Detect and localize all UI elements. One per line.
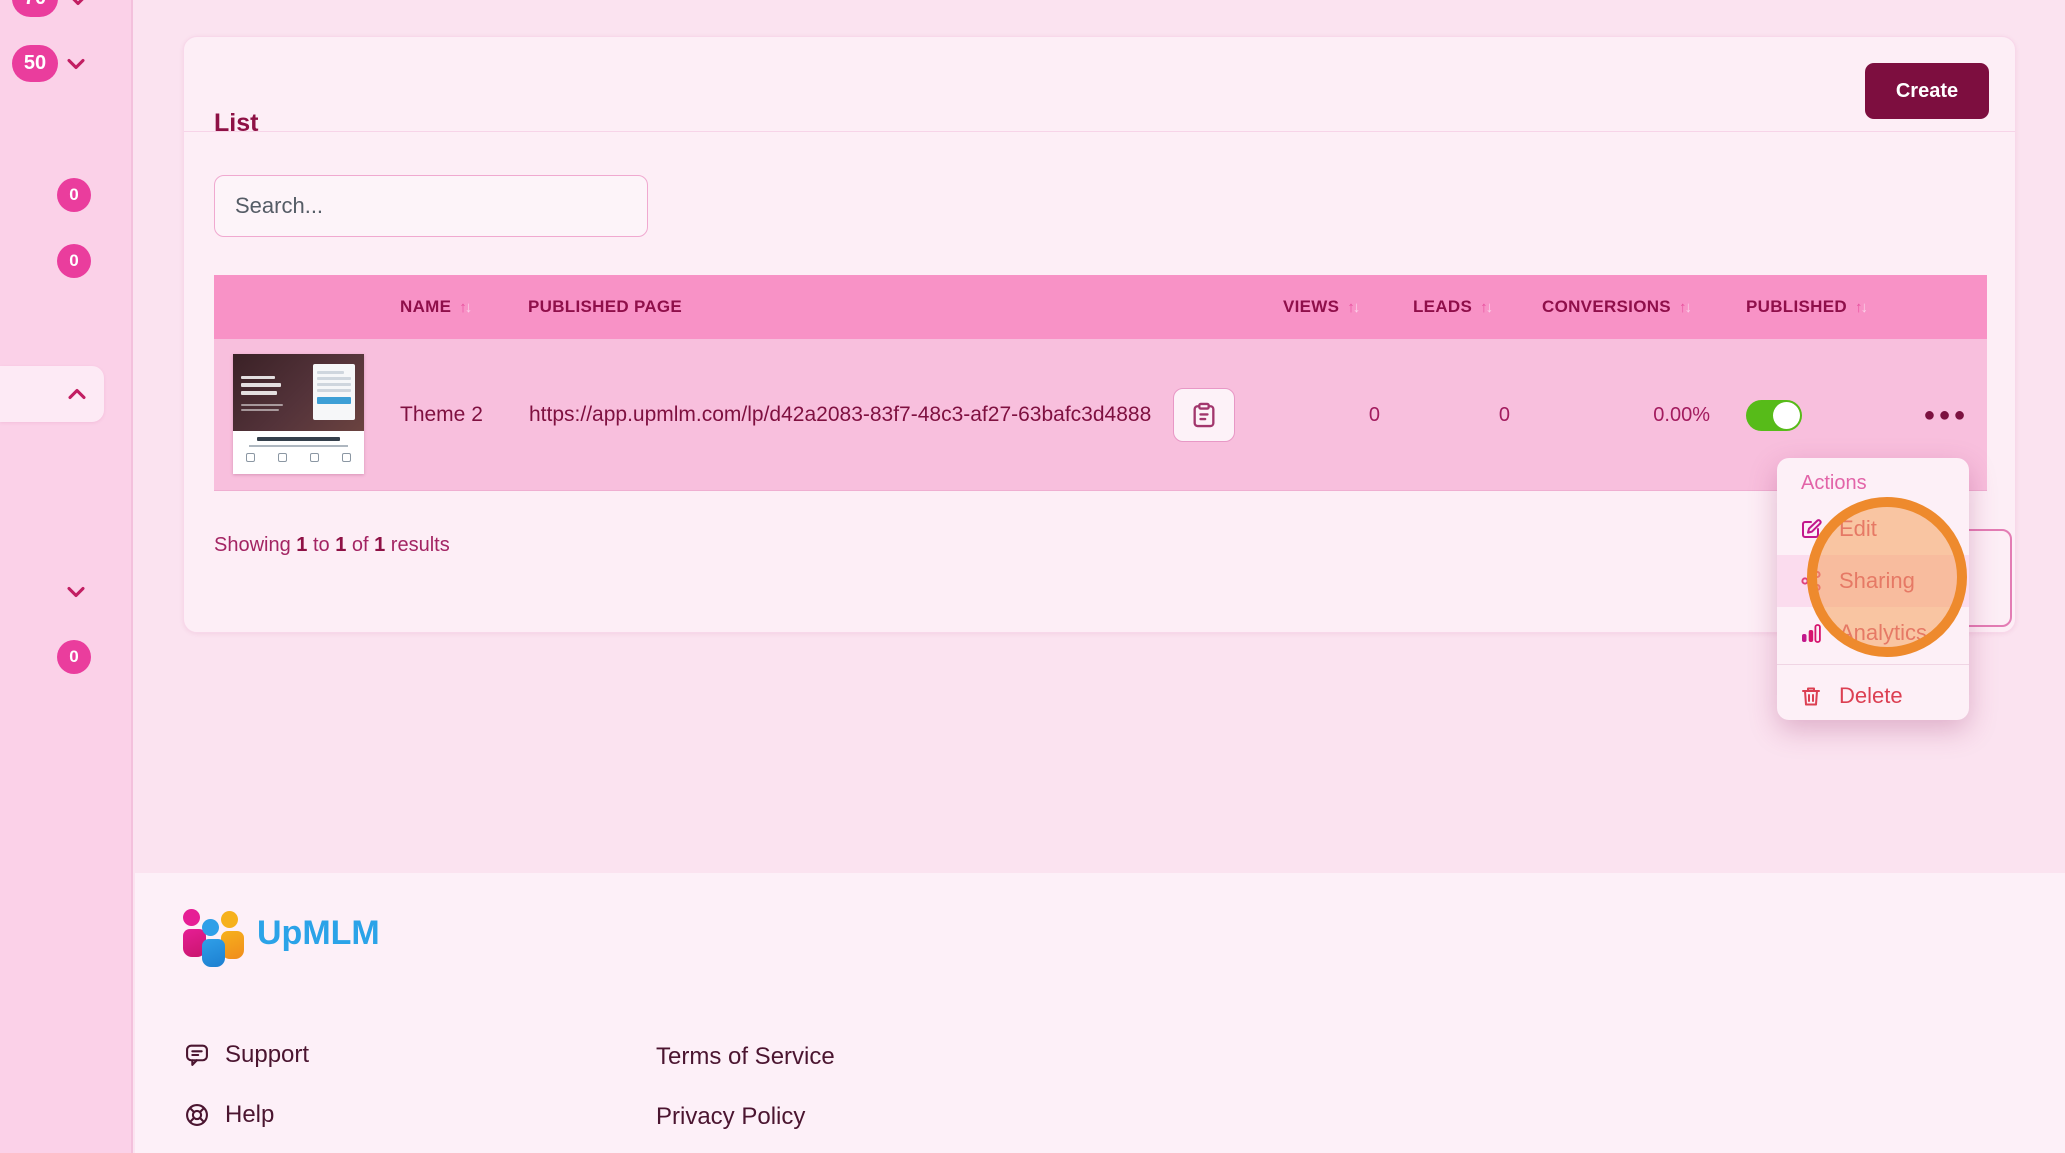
trash-icon	[1799, 684, 1823, 708]
sidebar-item-selected[interactable]	[0, 366, 104, 422]
published-toggle[interactable]	[1746, 400, 1802, 431]
sort-icon[interactable]: ↑↓	[1480, 300, 1491, 315]
row-name: Theme 2	[400, 339, 483, 491]
column-header-views[interactable]: VIEWS↑↓	[1283, 275, 1358, 339]
main-content: List Create NAME↑↓ PUBLISHED PAGE VIEWS↑…	[135, 0, 2065, 873]
sidebar-badge-zero-2: 0	[57, 244, 91, 278]
edit-icon	[1799, 517, 1823, 541]
create-button[interactable]: Create	[1865, 63, 1989, 119]
menu-item-delete[interactable]: Delete	[1777, 670, 1969, 722]
column-header-name[interactable]: NAME↑↓	[400, 275, 470, 339]
column-header-leads[interactable]: LEADS↑↓	[1413, 275, 1491, 339]
chevron-up-icon[interactable]	[63, 380, 91, 408]
list-card: List Create NAME↑↓ PUBLISHED PAGE VIEWS↑…	[183, 36, 2016, 633]
analytics-icon	[1799, 621, 1823, 645]
search-input[interactable]	[214, 175, 648, 237]
sort-icon[interactable]: ↑↓	[1347, 300, 1358, 315]
chevron-down-icon[interactable]	[62, 578, 90, 606]
footer-logo: UpMLM	[183, 905, 380, 961]
row-conversions: 0.00%	[1594, 339, 1710, 491]
toggle-knob	[1773, 402, 1800, 429]
sidebar-badge-zero-1: 0	[57, 178, 91, 212]
sidebar-badge-50: 50	[12, 45, 58, 82]
menu-divider	[1777, 664, 1969, 665]
column-header-conversions[interactable]: CONVERSIONS↑↓	[1542, 275, 1690, 339]
row-leads: 0	[1444, 339, 1510, 491]
share-icon	[1799, 569, 1823, 593]
upmlm-logo-icon	[183, 905, 245, 961]
row-views: 0	[1314, 339, 1380, 491]
copy-url-button[interactable]	[1173, 388, 1235, 442]
clipboard-icon	[1190, 401, 1218, 429]
thumbnail-hero	[233, 354, 364, 431]
table-header-row: NAME↑↓ PUBLISHED PAGE VIEWS↑↓ LEADS↑↓ CO…	[214, 275, 1987, 339]
footer-link-privacy[interactable]: Privacy Policy	[656, 1103, 805, 1131]
thumbnail-body	[233, 431, 364, 474]
actions-dropdown-label: Actions	[1801, 472, 1969, 495]
menu-item-edit[interactable]: Edit	[1777, 503, 1969, 555]
divider	[184, 131, 2015, 132]
column-header-published-page[interactable]: PUBLISHED PAGE	[528, 275, 682, 339]
footer-link-help[interactable]: Help	[183, 1101, 274, 1129]
lifebuoy-icon	[183, 1101, 211, 1129]
results-summary: Showing 1 to 1 of 1 results	[214, 534, 450, 557]
list-table: NAME↑↓ PUBLISHED PAGE VIEWS↑↓ LEADS↑↓ CO…	[214, 275, 1987, 491]
menu-item-sharing[interactable]: Sharing	[1777, 555, 1969, 607]
chevron-down-icon[interactable]	[64, 0, 92, 14]
menu-item-analytics[interactable]: Analytics	[1777, 607, 1969, 659]
row-actions-menu-button[interactable]: ●●●	[1914, 389, 1978, 441]
sidebar: 70 50 0 0 0	[0, 0, 133, 1153]
footer: UpMLM Support Help Terms of Service Priv…	[135, 873, 2065, 1153]
chevron-down-icon[interactable]	[62, 50, 90, 78]
footer-link-support[interactable]: Support	[183, 1041, 309, 1069]
upmlm-logo-text: UpMLM	[257, 914, 380, 953]
chat-bubble-icon	[183, 1041, 211, 1069]
footer-link-terms[interactable]: Terms of Service	[656, 1043, 835, 1071]
table-row: Theme 2 https://app.upmlm.com/lp/d42a208…	[214, 339, 1987, 491]
page-title: List	[214, 109, 258, 138]
sort-icon[interactable]: ↑↓	[1679, 300, 1690, 315]
column-header-published[interactable]: PUBLISHED↑↓	[1746, 275, 1866, 339]
sidebar-badge-top: 70	[12, 0, 58, 17]
row-published-page-url: https://app.upmlm.com/lp/d42a2083-83f7-4…	[529, 339, 1151, 491]
sort-icon[interactable]: ↑↓	[459, 300, 470, 315]
actions-dropdown: Actions Edit Sharing Analytics	[1777, 458, 1969, 720]
sidebar-badge-zero-3: 0	[57, 640, 91, 674]
sort-icon[interactable]: ↑↓	[1855, 300, 1866, 315]
theme-thumbnail	[233, 354, 364, 474]
